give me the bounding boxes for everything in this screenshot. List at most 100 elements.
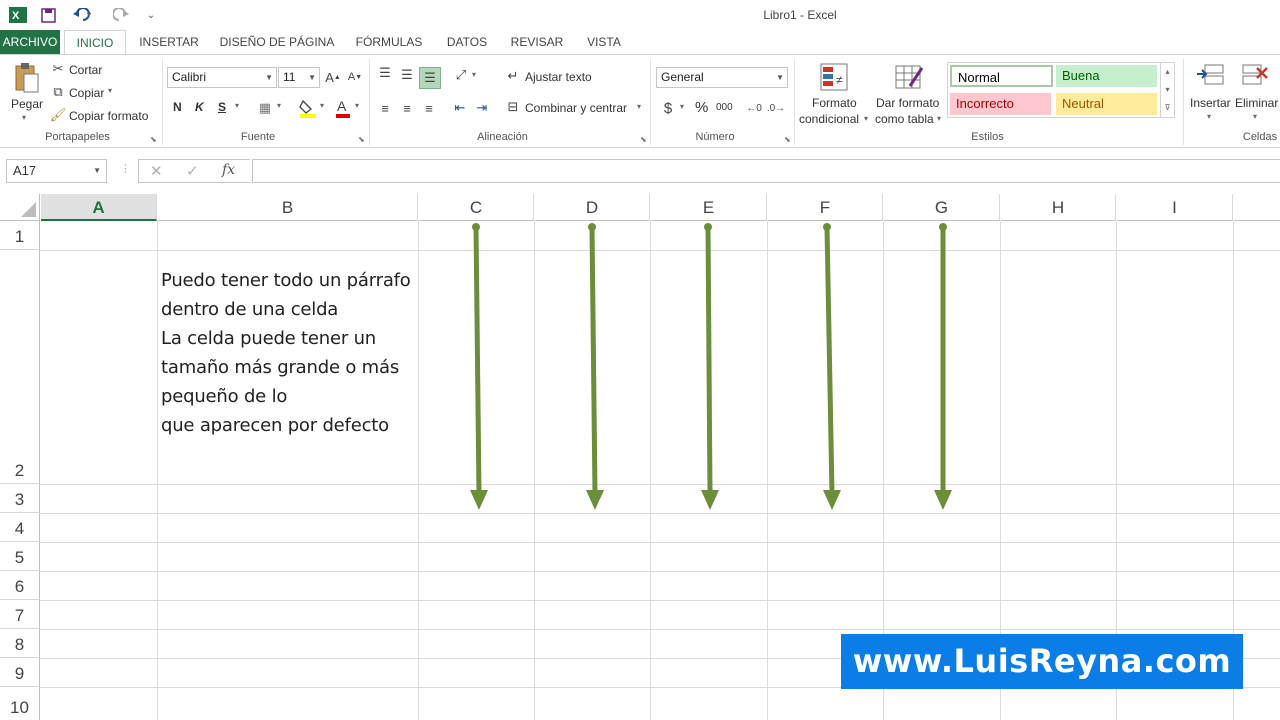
cancel-icon[interactable]: ✕ (150, 162, 163, 180)
fill-color-icon[interactable] (298, 97, 318, 119)
orientation-icon[interactable]: ⤢ (452, 67, 470, 83)
align-bottom-icon[interactable]: ☰ (419, 67, 441, 89)
orientation-dropdown-icon[interactable]: ▾ (472, 70, 476, 79)
conditional-format-icon[interactable]: ≠ (818, 61, 850, 93)
decrease-font-icon[interactable]: A ▼ (347, 69, 363, 85)
align-center-icon[interactable]: ≡ (398, 100, 416, 116)
borders-icon[interactable]: ▦ (256, 99, 274, 117)
group-label-numero: Número (695, 131, 735, 143)
chevron-down-icon: ▼ (308, 73, 316, 82)
tab-vista[interactable]: VISTA (578, 30, 630, 54)
delete-cells-button[interactable]: Eliminar (1235, 96, 1278, 110)
merge-center-button[interactable]: Combinar y centrar (525, 101, 627, 115)
tab-inicio[interactable]: INICIO (64, 30, 126, 54)
arrow-column-d (586, 223, 604, 510)
dialog-launcher-icon[interactable]: ⬊ (640, 135, 647, 144)
style-incorrecto[interactable]: Incorrecto (950, 93, 1051, 115)
ribbon-tabs: ARCHIVO INICIO INSERTAR DISEÑO DE PÁGINA… (0, 30, 1280, 54)
copy-dropdown-icon[interactable]: ▾ (108, 86, 112, 95)
increase-font-icon[interactable]: A ▲ (325, 69, 341, 85)
paste-icon[interactable] (12, 61, 42, 95)
delete-cells-icon[interactable] (1240, 61, 1270, 91)
wrap-text-button[interactable]: Ajustar texto (525, 70, 592, 84)
currency-dropdown-icon[interactable]: ▾ (680, 102, 684, 111)
arrow-column-f (823, 223, 841, 510)
format-painter-icon[interactable]: 🖌 (50, 107, 67, 123)
dialog-launcher-icon[interactable]: ⬊ (358, 135, 365, 144)
copy-button[interactable]: Copiar (69, 86, 104, 100)
wrap-text-icon[interactable]: ↵ (505, 68, 521, 84)
font-name-combo[interactable]: Calibri ▼ (167, 67, 277, 88)
insert-cells-button[interactable]: Insertar (1190, 96, 1231, 110)
svg-text:≠: ≠ (836, 73, 843, 87)
style-buena-label: Buena (1062, 68, 1100, 83)
align-left-icon[interactable]: ≡ (376, 100, 394, 116)
percent-button[interactable]: % (695, 99, 708, 116)
font-size-value: 11 (283, 70, 296, 84)
fill-color-dropdown-icon[interactable]: ▾ (320, 101, 324, 110)
arrow-column-g (934, 223, 952, 510)
confirm-icon[interactable]: ✓ (186, 162, 199, 180)
tab-diseno-de-pagina[interactable]: DISEÑO DE PÁGINA (214, 30, 340, 54)
format-as-table-icon[interactable] (893, 61, 925, 93)
underline-dropdown-icon[interactable]: ▾ (235, 101, 239, 110)
bold-button[interactable]: N (173, 100, 182, 114)
align-right-icon[interactable]: ≡ (420, 100, 438, 116)
style-buena[interactable]: Buena (1056, 65, 1157, 87)
format-painter-button[interactable]: Copiar formato (69, 109, 148, 123)
tab-archivo[interactable]: ARCHIVO (0, 30, 60, 54)
paste-button[interactable]: Pegar (11, 97, 43, 111)
format-as-table-button-line1[interactable]: Dar formato (876, 96, 939, 110)
style-neutral[interactable]: Neutral (1056, 93, 1157, 115)
group-label-estilos: Estilos (971, 131, 1004, 143)
underline-button[interactable]: S (218, 100, 226, 114)
group-label-fuente: Fuente (240, 131, 276, 143)
chevron-down-icon: ▼ (776, 73, 784, 82)
svg-text:A: A (337, 98, 347, 114)
title-bar: X ⌄ Libro1 - Excel (0, 0, 1280, 30)
name-box[interactable]: A17 ▼ (6, 159, 107, 183)
merge-center-icon[interactable]: ⊟ (505, 99, 521, 115)
tab-insertar[interactable]: INSERTAR (134, 30, 204, 54)
insert-function-icon[interactable]: fx (222, 162, 235, 178)
decrease-indent-icon[interactable]: ⇤ (451, 100, 469, 116)
merge-dropdown-icon[interactable]: ▾ (637, 102, 641, 111)
conditional-format-button-line1[interactable]: Formato (812, 96, 857, 110)
number-format-combo[interactable]: General ▼ (656, 67, 788, 88)
copy-icon[interactable]: ⧉ (50, 84, 66, 100)
chevron-down-icon[interactable]: ▼ (93, 160, 101, 182)
font-size-combo[interactable]: 11 ▼ (278, 67, 320, 88)
increase-indent-icon[interactable]: ⇥ (473, 100, 491, 116)
insert-dropdown-icon[interactable]: ▾ (1207, 112, 1211, 121)
align-middle-icon[interactable]: ☰ (398, 67, 416, 83)
formula-input[interactable] (252, 159, 1280, 183)
font-name-value: Calibri (172, 70, 207, 84)
scissors-icon[interactable]: ✂ (50, 61, 66, 77)
formula-bar: A17 ▼ ⋮ ✕ ✓ fx (0, 148, 1280, 194)
style-incorrecto-label: Incorrecto (956, 96, 1014, 111)
delete-dropdown-icon[interactable]: ▾ (1253, 112, 1257, 121)
conditional-format-dropdown-icon[interactable]: ▾ (864, 114, 868, 123)
cut-button[interactable]: Cortar (69, 63, 102, 77)
increase-decimal-icon[interactable]: ←0 (745, 99, 763, 117)
gallery-scroll[interactable]: ▴ ▾ ⊽ (1161, 62, 1175, 118)
tab-revisar[interactable]: REVISAR (506, 30, 568, 54)
dialog-launcher-icon[interactable]: ⬊ (784, 135, 791, 144)
conditional-format-button-line2[interactable]: condicional (799, 112, 859, 126)
borders-dropdown-icon[interactable]: ▾ (277, 101, 281, 110)
thousands-button[interactable]: 000 (716, 102, 733, 113)
tab-formulas[interactable]: FÓRMULAS (350, 30, 428, 54)
style-normal[interactable]: Normal (950, 65, 1053, 87)
font-color-dropdown-icon[interactable]: ▾ (355, 101, 359, 110)
format-as-table-dropdown-icon[interactable]: ▾ (937, 114, 941, 123)
font-color-icon[interactable]: A (334, 97, 352, 119)
tab-datos[interactable]: DATOS (438, 30, 496, 54)
format-as-table-button-line2[interactable]: como tabla (875, 112, 934, 126)
currency-icon[interactable]: $ (660, 99, 676, 117)
italic-button[interactable]: K (195, 100, 204, 114)
decrease-decimal-icon[interactable]: .0→ (767, 99, 785, 117)
insert-cells-icon[interactable] (1196, 61, 1226, 91)
paste-dropdown-icon[interactable]: ▾ (22, 113, 26, 122)
align-top-icon[interactable]: ☰ (376, 65, 394, 81)
dialog-launcher-icon[interactable]: ⬊ (150, 135, 157, 144)
